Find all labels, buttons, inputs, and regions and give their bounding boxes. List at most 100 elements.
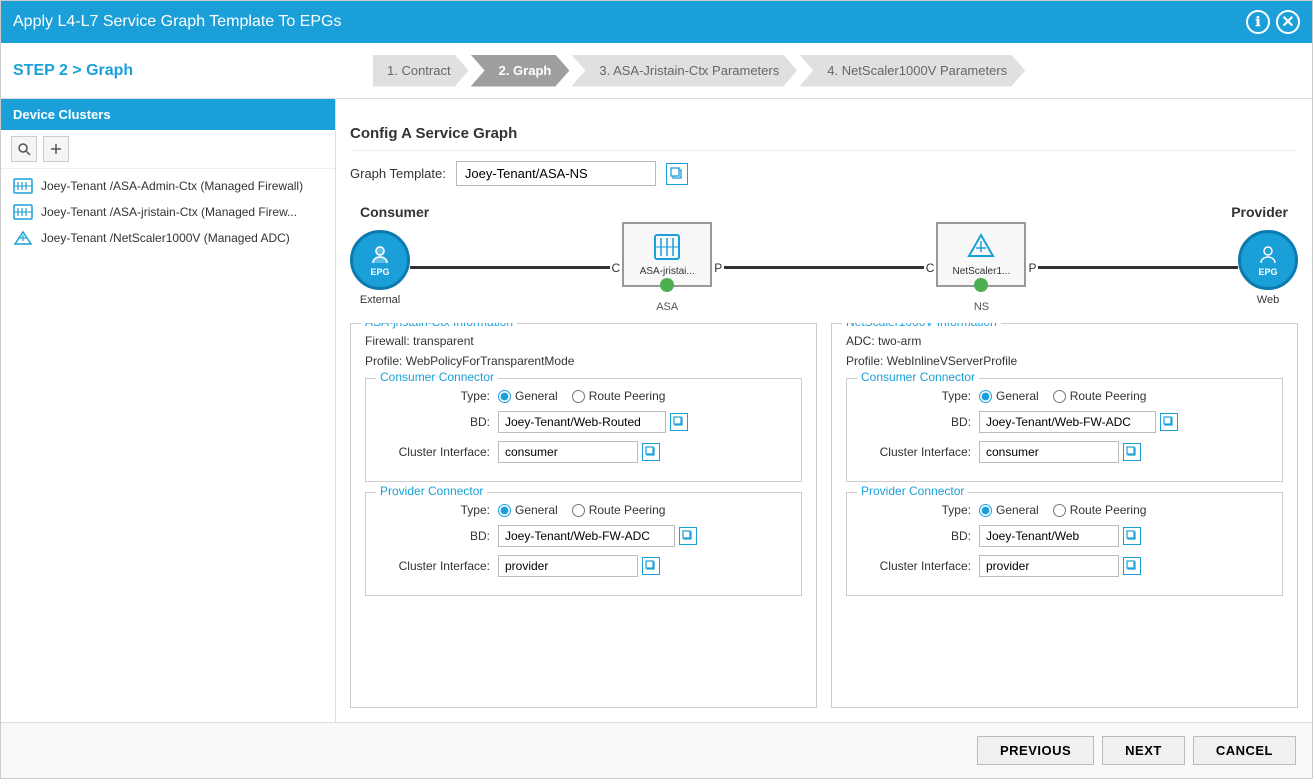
asa-consumer-cluster-select[interactable]: consumer [498, 441, 638, 463]
ns-consumer-route-radio[interactable] [1053, 390, 1066, 403]
ns-provider-type-row: Type: General Route Peering [861, 503, 1268, 517]
ns-provider-general-option[interactable]: General [979, 503, 1039, 517]
ns-provider-type-radios: General Route Peering [979, 503, 1146, 517]
ns-consumer-general-radio[interactable] [979, 390, 992, 403]
wizard-step-graph[interactable]: 2. Graph [471, 55, 570, 87]
adc-icon [13, 230, 33, 246]
graph-template-select[interactable]: Joey-Tenant/ASA-NS [456, 161, 656, 186]
ns-adc-row: ADC: two-arm [846, 334, 1283, 348]
line-1 [410, 266, 610, 269]
sidebar-search-btn[interactable] [11, 136, 37, 162]
ns-consumer-bd-copy[interactable] [1160, 413, 1178, 431]
wizard-step-asa[interactable]: 3. ASA-Jristain-Ctx Parameters [571, 55, 797, 87]
asa-provider-bd-select[interactable]: Joey-Tenant/Web-FW-ADC [498, 525, 675, 547]
info-icon[interactable]: ℹ [1246, 10, 1270, 34]
ns-provider-bd-copy[interactable] [1123, 527, 1141, 545]
asa-profile-label: Profile: [365, 354, 402, 368]
ns-provider-route-radio[interactable] [1053, 504, 1066, 517]
asa-provider-cluster-copy[interactable] [642, 557, 660, 575]
asa-provider-general-radio[interactable] [498, 504, 511, 517]
wizard-step-contract[interactable]: 1. Contract [373, 55, 469, 87]
ns-provider-bd-select[interactable]: Joey-Tenant/Web [979, 525, 1119, 547]
asa-consumer-cluster-copy[interactable] [642, 443, 660, 461]
asa-consumer-bd-copy[interactable] [670, 413, 688, 431]
ns-consumer-bd-label: BD: [861, 415, 971, 429]
asa-provider-type-label: Type: [380, 503, 490, 517]
asa-firewall-row: Firewall: transparent [365, 334, 802, 348]
ns-consumer-bd-select-row: Joey-Tenant/Web-FW-ADC [979, 411, 1178, 433]
line-2 [724, 266, 924, 269]
asa-consumer-cluster-select-row: consumer [498, 441, 660, 463]
asa-provider-route-radio[interactable] [572, 504, 585, 517]
previous-button[interactable]: PREVIOUS [977, 736, 1094, 765]
asa-provider-type-radios: General Route Peering [498, 503, 665, 517]
wizard-step-netscaler[interactable]: 4. NetScaler1000V Parameters [799, 55, 1025, 87]
epg-consumer-sublabel: External [360, 294, 400, 306]
ns-provider-route-option[interactable]: Route Peering [1053, 503, 1147, 517]
info-panels: ASA-jristain-Ctx Information Firewall: t… [350, 323, 1298, 708]
consumer-label: Consumer [360, 204, 429, 220]
ns-provider-cluster-select-row: provider [979, 555, 1141, 577]
asa-consumer-general-radio[interactable] [498, 390, 511, 403]
ns-provider-cluster-label: Cluster Interface: [861, 559, 971, 573]
asa-consumer-general-option[interactable]: General [498, 389, 558, 403]
device-asa-status-dot [660, 278, 674, 292]
asa-firewall-value: transparent [413, 334, 474, 348]
ns-provider-general-radio[interactable] [979, 504, 992, 517]
title-bar: Apply L4-L7 Service Graph Template To EP… [1, 1, 1312, 43]
ns-consumer-type-radios: General Route Peering [979, 389, 1146, 403]
ns-profile-label: Profile: [846, 354, 883, 368]
asa-provider-bd-copy[interactable] [679, 527, 697, 545]
cancel-button[interactable]: CANCEL [1193, 736, 1296, 765]
sidebar-item-0[interactable]: Joey-Tenant /ASA-Admin-Ctx (Managed Fire… [1, 173, 335, 199]
asa-provider-cluster-label: Cluster Interface: [380, 559, 490, 573]
epg-consumer: EPG External [350, 230, 410, 306]
dialog: Apply L4-L7 Service Graph Template To EP… [0, 0, 1313, 779]
asa-provider-route-option[interactable]: Route Peering [572, 503, 666, 517]
content-area: Device Clusters [1, 99, 1312, 722]
ns-consumer-cluster-select[interactable]: consumer [979, 441, 1119, 463]
sidebar-add-btn[interactable] [43, 136, 69, 162]
graph-template-copy-icon[interactable] [666, 163, 688, 185]
asa-consumer-route-radio[interactable] [572, 390, 585, 403]
graph-template-label: Graph Template: [350, 166, 446, 181]
sidebar-item-2[interactable]: Joey-Tenant /NetScaler1000V (Managed ADC… [1, 225, 335, 251]
ns-consumer-general-option[interactable]: General [979, 389, 1039, 403]
config-title: Config A Service Graph [350, 113, 1298, 151]
ns-provider-cluster-select[interactable]: provider [979, 555, 1119, 577]
line-3 [1038, 266, 1238, 269]
asa-consumer-type-label: Type: [380, 389, 490, 403]
asa-provider-general-option[interactable]: General [498, 503, 558, 517]
asa-provider-bd-row: BD: Joey-Tenant/Web-FW-ADC [380, 525, 787, 547]
close-icon[interactable]: ✕ [1276, 10, 1300, 34]
connector-c1: C [612, 261, 621, 275]
main-area: Config A Service Graph Graph Template: J… [336, 99, 1312, 722]
ns-consumer-route-option[interactable]: Route Peering [1053, 389, 1147, 403]
asa-consumer-bd-select[interactable]: Joey-Tenant/Web-Routed [498, 411, 666, 433]
asa-profile-value: WebPolicyForTransparentMode [406, 354, 575, 368]
ns-consumer-cluster-copy[interactable] [1123, 443, 1141, 461]
ns-consumer-connector: Consumer Connector Type: General [846, 378, 1283, 482]
device-ns: NetScaler1... NS [936, 222, 1026, 313]
asa-profile-row: Profile: WebPolicyForTransparentMode [365, 354, 802, 368]
ns-provider-connector: Provider Connector Type: General [846, 492, 1283, 596]
asa-provider-cluster-row: Cluster Interface: provider [380, 555, 787, 577]
epg-consumer-circle: EPG [350, 230, 410, 290]
asa-consumer-route-option[interactable]: Route Peering [572, 389, 666, 403]
asa-consumer-bd-select-row: Joey-Tenant/Web-Routed [498, 411, 688, 433]
asa-provider-connector: Provider Connector Type: General [365, 492, 802, 596]
ns-provider-bd-row: BD: Joey-Tenant/Web [861, 525, 1268, 547]
sidebar: Device Clusters [1, 99, 336, 722]
ns-provider-bd-select-row: Joey-Tenant/Web [979, 525, 1141, 547]
asa-provider-cluster-select[interactable]: provider [498, 555, 638, 577]
device-ns-box: NetScaler1... [936, 222, 1026, 287]
next-button[interactable]: NEXT [1102, 736, 1185, 765]
ns-consumer-bd-select[interactable]: Joey-Tenant/Web-FW-ADC [979, 411, 1156, 433]
asa-consumer-type-row: Type: General Route Peering [380, 389, 787, 403]
ns-provider-bd-label: BD: [861, 529, 971, 543]
asa-consumer-bd-row: BD: Joey-Tenant/Web-Routed [380, 411, 787, 433]
sidebar-item-1[interactable]: Joey-Tenant /ASA-jristain-Ctx (Managed F… [1, 199, 335, 225]
ns-consumer-cluster-select-row: consumer [979, 441, 1141, 463]
ns-provider-cluster-copy[interactable] [1123, 557, 1141, 575]
epg-provider-label: EPG [1259, 267, 1278, 277]
